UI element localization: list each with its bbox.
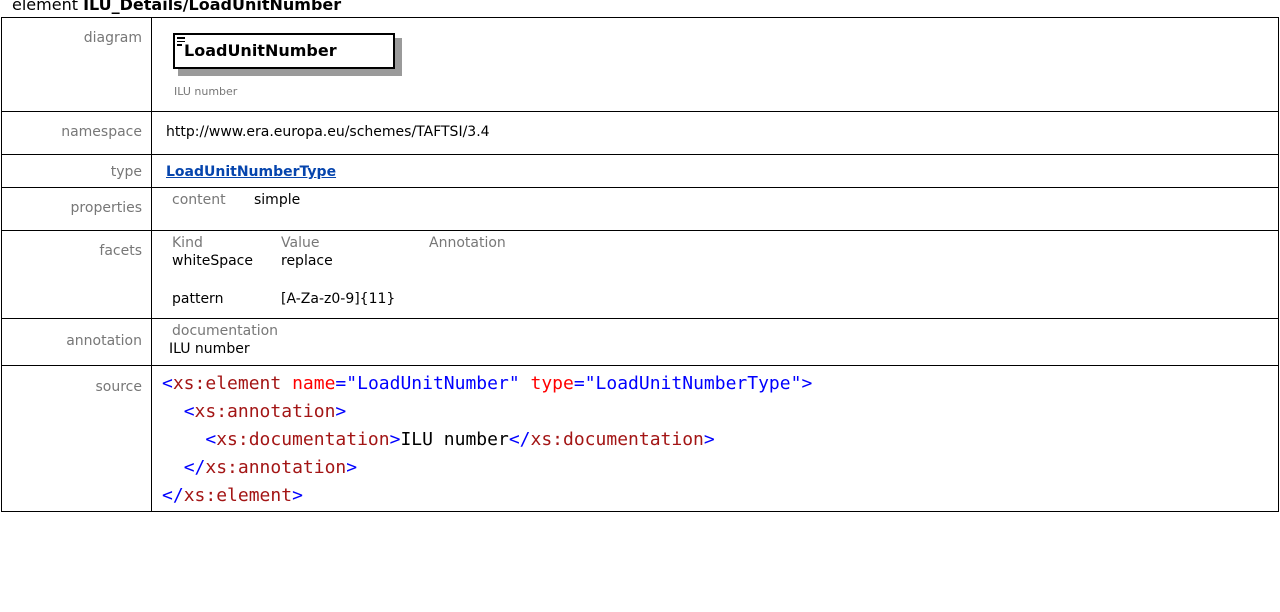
- diagram-row: diagram LoadUnitNumber ILU number: [1, 17, 1279, 112]
- type-label: type: [1, 154, 152, 188]
- annotation-row: annotation documentation ILU number: [1, 318, 1279, 366]
- page-title: element ILU_Details/LoadUnitNumber: [12, 0, 341, 15]
- annotation-label: annotation: [1, 318, 152, 366]
- heading-element-name: ILU_Details/LoadUnitNumber: [83, 0, 342, 14]
- source-documentation-close-tag: xs:documentation: [530, 429, 704, 450]
- type-row: type LoadUnitNumberType: [1, 154, 1279, 188]
- source-code: <xs:element name="LoadUnitNumber" type="…: [162, 373, 813, 506]
- type-link[interactable]: LoadUnitNumberType: [166, 164, 336, 180]
- properties-value: simple: [254, 192, 301, 208]
- properties-content: content simple: [172, 189, 1277, 209]
- source-label: source: [1, 365, 152, 512]
- facets-header-kind: Kind: [172, 235, 203, 251]
- namespace-row: namespace http://www.era.europa.eu/schem…: [1, 111, 1279, 155]
- facet-row: whiteSpace replace: [172, 252, 1277, 282]
- annotation-value: ILU number: [169, 341, 250, 357]
- diagram-cell: LoadUnitNumber ILU number: [151, 17, 1279, 112]
- diagram-element-box[interactable]: LoadUnitNumber: [173, 33, 395, 69]
- source-row: source <xs:element name="LoadUnitNumber"…: [1, 365, 1279, 512]
- properties-label: properties: [1, 187, 152, 231]
- diagram-documentation: ILU number: [174, 85, 238, 98]
- namespace-value: http://www.era.europa.eu/schemes/TAFTSI/…: [151, 111, 1279, 155]
- facet-value: [A-Za-z0-9]{11}: [281, 291, 396, 307]
- properties-key: content: [172, 192, 226, 208]
- source-element-tag: xs:element: [172, 373, 282, 394]
- annotation-key: documentation: [172, 323, 279, 339]
- source-attr-type: type: [530, 373, 574, 394]
- source-element-close-tag: xs:element: [183, 485, 293, 506]
- facet-value: replace: [281, 253, 333, 269]
- facets-header-value: Value: [281, 235, 320, 251]
- diagram-label: diagram: [1, 17, 152, 112]
- source-documentation-text: ILU number: [400, 429, 509, 450]
- facet-row: pattern [A-Za-z0-9]{11}: [172, 282, 1277, 317]
- source-annotation-tag: xs:annotation: [194, 401, 336, 422]
- source-attr-type-value: "LoadUnitNumberType": [584, 373, 802, 394]
- facets-header-annotation: Annotation: [429, 235, 506, 251]
- facet-kind: pattern: [172, 291, 224, 307]
- source-attr-name: name: [292, 373, 336, 394]
- element-details-table: diagram LoadUnitNumber ILU number namesp…: [1, 17, 1279, 512]
- facet-kind: whiteSpace: [172, 253, 253, 269]
- facets-label: facets: [1, 230, 152, 319]
- facets-header: Kind Value Annotation: [172, 232, 1277, 252]
- heading-prefix: element: [12, 0, 84, 14]
- namespace-label: namespace: [1, 111, 152, 155]
- diagram-element-name: LoadUnitNumber: [184, 41, 337, 60]
- source-documentation-tag: xs:documentation: [216, 429, 390, 450]
- facets-row: facets Kind Value Annotation whiteSpace …: [1, 230, 1279, 319]
- diagram: LoadUnitNumber ILU number: [152, 19, 1277, 109]
- source-annotation-close-tag: xs:annotation: [205, 457, 347, 478]
- properties-row: properties content simple: [1, 187, 1279, 231]
- source-attr-name-value: "LoadUnitNumber": [346, 373, 520, 394]
